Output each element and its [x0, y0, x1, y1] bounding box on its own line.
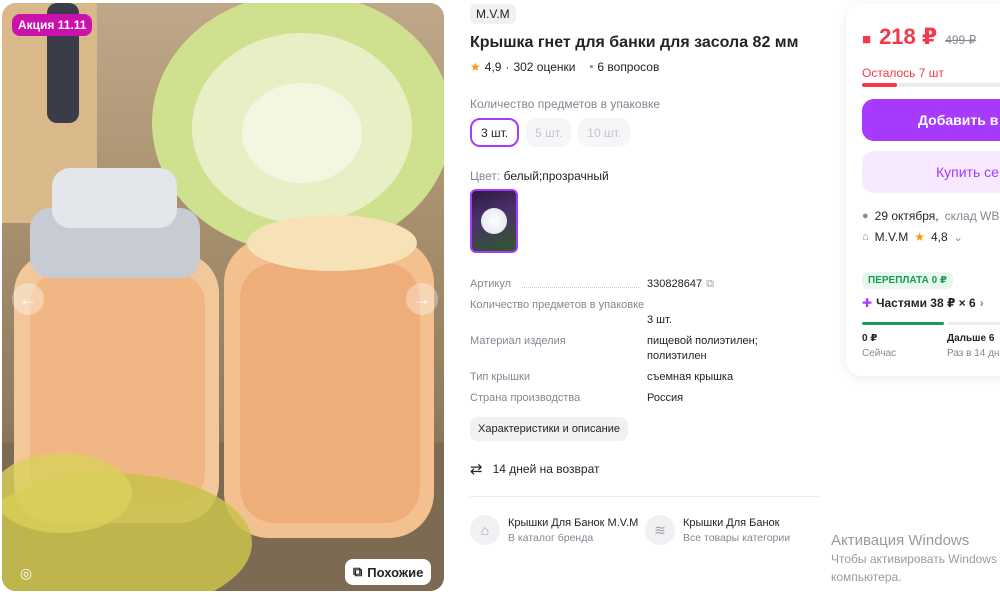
installment-bar-now: [862, 322, 944, 325]
installment-now-value: 0 ₽: [862, 333, 878, 344]
delivery-date: 29 октября,: [874, 209, 939, 223]
split-icon: ✚: [862, 296, 873, 310]
watermark-line-2: компьютера.: [831, 570, 902, 584]
star-icon: ★: [914, 230, 925, 244]
article-number: 330828647: [647, 278, 703, 290]
installments-link[interactable]: ✚ Частями 38 ₽ × 6 ›: [862, 296, 984, 310]
lid-image: [481, 208, 507, 234]
old-price: 499 ₽: [945, 33, 977, 47]
installment-now-label: Сейчас: [862, 348, 897, 359]
similar-icon: ⧉: [353, 564, 363, 579]
wallet-icon: ■: [862, 31, 872, 48]
category-title: Крышки Для Банок: [683, 516, 780, 529]
chevron-right-icon: →: [413, 288, 431, 309]
spec-value: пищевой полиэтилен; полиэтилен: [647, 335, 758, 362]
product-title: Крышка гнет для банки для засола 82 мм: [470, 34, 799, 51]
color-label: Цвет: белый;прозрачный: [470, 169, 609, 183]
spec-name: Количество предметов в упаковке: [470, 299, 645, 311]
gallery-prev-button[interactable]: ←: [12, 283, 44, 315]
stock-bar-fill: [862, 83, 898, 87]
box-icon: ●: [862, 210, 869, 222]
shop-icon: ⌂: [862, 231, 869, 243]
color-variant-thumbnail[interactable]: [470, 189, 518, 253]
current-price: 218 ₽: [879, 24, 938, 49]
delivery-place: склад WB: [944, 209, 1000, 223]
spec-name: Страна производства: [470, 392, 581, 404]
spec-name: Материал изделия: [470, 335, 566, 347]
gallery-next-button[interactable]: →: [406, 283, 438, 315]
return-policy[interactable]: ⇄ 14 дней на возврат: [470, 460, 599, 478]
chevron-left-icon: ←: [19, 288, 37, 309]
product-gallery[interactable]: Акция 11.11 ← → ◎ ⧉ Похожие: [2, 3, 444, 591]
spec-row: Артикул 330828647 ⧉: [470, 277, 770, 292]
return-arrows-icon: ⇄: [470, 461, 483, 478]
installment-bars: [862, 322, 1000, 325]
brand-catalog-subtitle: В каталог бренда: [508, 531, 594, 544]
similar-products-button[interactable]: ⧉ Похожие: [345, 559, 432, 585]
installment-next: Дальше 6 Раз в 14 дн: [947, 333, 1000, 359]
seller-name: M.V.M: [874, 230, 909, 244]
spec-name: Артикул: [470, 277, 647, 292]
stock-left: Осталось 7 шт: [862, 66, 944, 80]
brand-link[interactable]: M.V.M: [470, 4, 516, 24]
spec-value: съемная крышка: [647, 371, 734, 383]
quantity-option-10[interactable]: 10 шт.: [578, 118, 631, 147]
specs-table: Артикул 330828647 ⧉ Количество предметов …: [470, 277, 770, 412]
promo-badge: Акция 11.11: [12, 14, 93, 36]
chevron-right-icon: ›: [979, 296, 984, 310]
rating-row: ★ 4,9 · 302 оценки ▪ 6 вопросов: [470, 60, 659, 74]
buy-now-button[interactable]: Купить сейчас: [862, 151, 1000, 193]
watermark-line-1: Чтобы активировать Windows: [831, 552, 997, 566]
characteristics-button[interactable]: Характеристики и описание: [470, 417, 628, 441]
spec-row: Страна производства Россия: [470, 391, 770, 406]
installment-bar-next: [948, 322, 1000, 325]
questions-link[interactable]: 6 вопросов: [597, 60, 659, 74]
color-value: белый;прозрачный: [503, 169, 609, 183]
quantity-option-3[interactable]: 3 шт.: [470, 118, 520, 147]
price-row: ■ 218 ₽ 499 ₽: [862, 24, 976, 50]
similar-label: Похожие: [367, 564, 424, 580]
brand-catalog-title: Крышки Для Банок M.V.M: [508, 516, 639, 529]
rating-separator: ·: [505, 60, 510, 74]
delivery-row: ● 29 октября, склад WB: [862, 209, 999, 223]
spec-row: Количество предметов в упаковке 3 шт.: [470, 298, 770, 328]
chevron-down-icon: ⌄: [953, 231, 963, 244]
category-link[interactable]: ≋ Крышки Для Банок Все товары категории: [645, 515, 790, 545]
copy-icon[interactable]: ⧉: [706, 278, 714, 290]
spec-row: Материал изделия пищевой полиэтилен; пол…: [470, 334, 770, 364]
spec-row: Тип крышки съемная крышка: [470, 370, 770, 385]
installments-text: Частями 38 ₽ × 6: [876, 296, 976, 310]
zoom-icon[interactable]: ◎: [14, 561, 38, 585]
stock-bar: [862, 83, 1000, 87]
reviews-link[interactable]: 302 оценки: [513, 60, 575, 74]
installment-next-value: Дальше 6: [947, 333, 995, 344]
overpay-badge: ПЕРЕПЛАТА 0 ₽: [862, 272, 953, 289]
star-icon: ★: [470, 60, 481, 74]
category-subtitle: Все товары категории: [683, 531, 791, 544]
divider: [470, 496, 819, 497]
spec-name: Тип крышки: [470, 371, 531, 383]
add-to-cart-button[interactable]: Добавить в корзину: [862, 99, 1000, 141]
spec-value: 330828647 ⧉: [647, 277, 770, 292]
brand-catalog-link[interactable]: ⌂ Крышки Для Банок M.V.M В каталог бренд…: [470, 515, 638, 545]
questions-icon: ▪: [589, 61, 594, 73]
quantity-option-5[interactable]: 5 шт.: [526, 118, 572, 147]
product-photo: [2, 3, 444, 591]
rating-value: 4,9: [484, 60, 502, 74]
installment-next-label: Раз в 14 дн: [947, 348, 1000, 359]
layers-icon: ≋: [645, 515, 675, 545]
spec-value: 3 шт.: [647, 314, 672, 326]
windows-activation-watermark: Активация Windows Чтобы активировать Win…: [831, 532, 997, 585]
watermark-title: Активация Windows: [831, 532, 970, 549]
quantity-options: 3 шт. 5 шт. 10 шт.: [470, 118, 631, 147]
seller-row[interactable]: ⌂ M.V.M ★ 4,8 ⌄: [862, 230, 963, 244]
installment-now: 0 ₽ Сейчас: [862, 333, 896, 359]
buy-card: ■ 218 ₽ 499 ₽ Осталось 7 шт Добавить в к…: [846, 4, 1000, 376]
seller-rating: 4,8: [930, 230, 948, 244]
color-caption: Цвет:: [470, 169, 501, 183]
return-text: 14 дней на возврат: [492, 462, 600, 476]
spec-value: Россия: [647, 392, 684, 404]
tag-icon: ⌂: [470, 515, 500, 545]
quantity-label: Количество предметов в упаковке: [470, 97, 661, 111]
